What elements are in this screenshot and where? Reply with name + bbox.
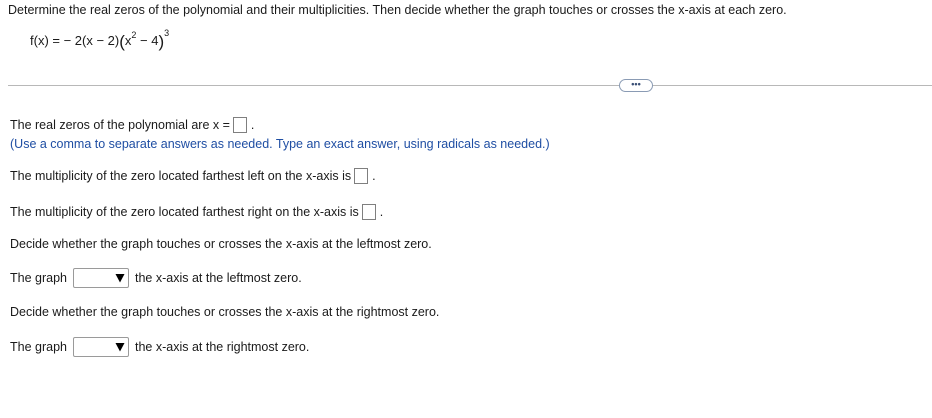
- mult-right-row: The multiplicity of the zero located far…: [10, 204, 383, 220]
- mult-right-label: The multiplicity of the zero located far…: [10, 205, 359, 219]
- triangle-down-icon: [113, 271, 127, 285]
- zeros-hint: (Use a comma to separate answers as need…: [10, 137, 550, 151]
- mult-right-answer-box[interactable]: [361, 204, 376, 220]
- more-options-button[interactable]: •••: [619, 79, 653, 92]
- formula-factor-2-rest: − 4: [136, 33, 159, 48]
- zeros-answer-box[interactable]: [232, 117, 247, 133]
- formula-outer-exponent: 3: [164, 28, 170, 38]
- graph-right-prefix: The graph: [10, 340, 67, 354]
- graph-left-row: The graph the x-axis at the leftmost zer…: [10, 268, 302, 288]
- zeros-row: The real zeros of the polynomial are x =…: [10, 117, 254, 133]
- mult-left-period: .: [372, 169, 376, 183]
- section-divider: [8, 85, 932, 86]
- triangle-down-icon: [113, 340, 127, 354]
- graph-right-row: The graph the x-axis at the rightmost ze…: [10, 337, 309, 357]
- formula-lhs: f(x) =: [30, 33, 64, 48]
- mult-left-answer-box[interactable]: [354, 168, 369, 184]
- formula-factor-1: (x − 2): [82, 33, 120, 48]
- decide-left-text: Decide whether the graph touches or cros…: [10, 237, 432, 251]
- graph-left-prefix: The graph: [10, 271, 67, 285]
- graph-left-dropdown[interactable]: [72, 268, 129, 288]
- graph-right-suffix: the x-axis at the rightmost zero.: [134, 340, 310, 354]
- polynomial-formula: f(x) = − 2(x − 2)(x2 − 4)3: [30, 28, 169, 52]
- decide-right-text: Decide whether the graph touches or cros…: [10, 305, 440, 319]
- graph-left-suffix: the x-axis at the leftmost zero.: [134, 271, 302, 285]
- mult-left-label: The multiplicity of the zero located far…: [10, 169, 352, 183]
- mult-right-period: .: [379, 205, 384, 219]
- formula-factor-2-exponent: 2: [131, 30, 137, 40]
- zeros-period: .: [250, 118, 255, 132]
- mult-left-row: The multiplicity of the zero located far…: [10, 168, 376, 184]
- formula-coefficient: − 2: [63, 33, 83, 48]
- question-text: Determine the real zeros of the polynomi…: [8, 3, 787, 17]
- zeros-label: The real zeros of the polynomial are x =: [10, 118, 230, 132]
- graph-right-dropdown[interactable]: [72, 337, 129, 357]
